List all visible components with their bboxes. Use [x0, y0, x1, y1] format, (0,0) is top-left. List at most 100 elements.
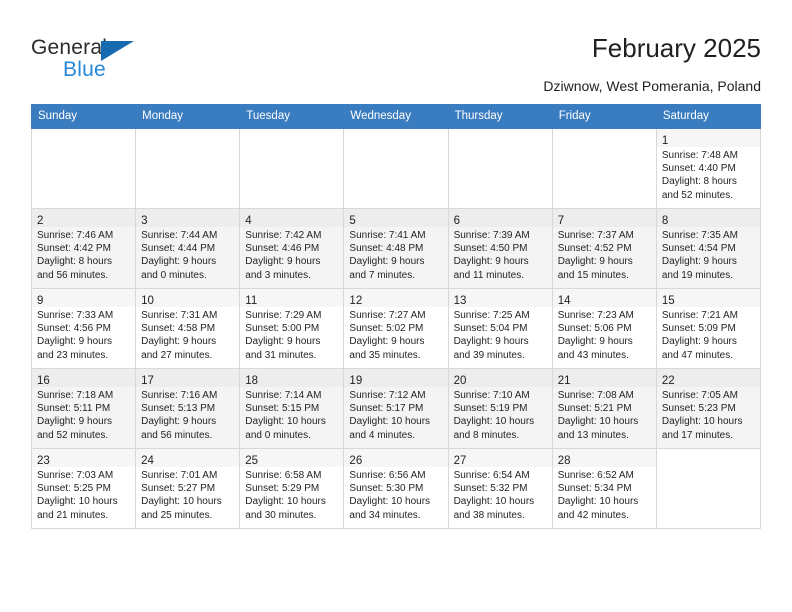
day-detail-line: and 8 minutes. — [453, 429, 520, 441]
calendar-cell-day-7[interactable]: 7 Sunrise: 7:37 AM Sunset: 4:52 PM Daylight… — [551, 208, 657, 289]
calendar-cell-day-3[interactable]: 3 Sunrise: 7:44 AM Sunset: 4:44 PM Daylight… — [135, 208, 241, 289]
day-detail-line: Daylight: 9 hours — [37, 336, 113, 348]
day-detail-line: Sunset: 5:02 PM — [349, 323, 424, 335]
calendar-cell-day-28[interactable]: 28 Sunrise: 6:52 AM Sunset: 5:34 PM Dayligh… — [551, 448, 657, 529]
day-detail-line: Sunset: 4:42 PM — [37, 243, 111, 255]
day-detail-line: Daylight: 9 hours — [141, 416, 217, 428]
calendar-cell-inner: 5 Sunrise: 7:41 AM Sunset: 4:48 PM Daylight… — [344, 209, 448, 288]
calendar-body: 1 Sunrise: 7:48 AM Sunset: 4:40 PM Daylight… — [30, 128, 762, 529]
day-detail-line: Daylight: 9 hours — [453, 256, 529, 268]
calendar-cell-day-26[interactable]: 26 Sunrise: 6:56 AM Sunset: 5:30 PM Dayligh… — [343, 448, 449, 529]
calendar-cell-day-23[interactable]: 23 Sunrise: 7:03 AM Sunset: 5:25 PM Dayligh… — [30, 448, 137, 529]
calendar-cell-inner: 21 Sunrise: 7:08 AM Sunset: 5:21 PM Dayligh… — [552, 369, 656, 448]
day-number: 19 — [349, 375, 363, 387]
day-detail-line: Sunrise: 7:14 AM — [245, 390, 322, 401]
day-number: 28 — [557, 455, 571, 467]
calendar-cell-day-6[interactable]: 6 Sunrise: 7:39 AM Sunset: 4:50 PM Daylight… — [447, 208, 553, 289]
day-number: 27 — [453, 455, 467, 467]
day-detail-line: Sunset: 4:54 PM — [661, 243, 736, 255]
day-detail-line: Sunrise: 7:25 AM — [453, 310, 530, 321]
calendar-cell-day-18[interactable]: 18 Sunrise: 7:14 AM Sunset: 5:15 PM Dayligh… — [239, 368, 345, 449]
day-detail-line: Sunrise: 6:54 AM — [453, 470, 530, 481]
day-detail-line: and 52 minutes. — [37, 429, 109, 441]
day-number-bar: 17 — [136, 369, 240, 387]
day-detail-line: and 23 minutes. — [37, 349, 109, 361]
day-number-bar: 11 — [240, 289, 344, 307]
calendar-cell-inner: 12 Sunrise: 7:27 AM Sunset: 5:02 PM Dayligh… — [344, 289, 448, 368]
calendar-cell-day-16[interactable]: 16 Sunrise: 7:18 AM Sunset: 5:11 PM Dayligh… — [30, 368, 137, 449]
day-number-bar: 18 — [240, 369, 344, 387]
calendar-cell-day-21[interactable]: 21 Sunrise: 7:08 AM Sunset: 5:21 PM Dayligh… — [551, 368, 657, 449]
calendar-cell-day-4[interactable]: 4 Sunrise: 7:42 AM Sunset: 4:46 PM Daylight… — [239, 208, 345, 289]
day-sun-details: Sunrise: 6:52 AM Sunset: 5:34 PM Daylight:… — [553, 467, 656, 522]
day-sun-details: Sunrise: 7:21 AM Sunset: 5:09 PM Daylight:… — [657, 307, 760, 362]
day-detail-line: Sunset: 5:19 PM — [453, 403, 528, 415]
day-detail-line: Sunrise: 7:44 AM — [141, 230, 218, 241]
calendar-cell-day-14[interactable]: 14 Sunrise: 7:23 AM Sunset: 5:06 PM Dayligh… — [551, 288, 657, 369]
day-sun-details: Sunrise: 7:05 AM Sunset: 5:23 PM Daylight:… — [657, 387, 760, 442]
day-sun-details: Sunrise: 6:58 AM Sunset: 5:29 PM Daylight:… — [240, 467, 343, 522]
day-detail-line: Sunrise: 7:41 AM — [349, 230, 426, 241]
day-number: 3 — [141, 215, 148, 227]
day-sun-details: Sunrise: 7:03 AM Sunset: 5:25 PM Daylight:… — [32, 467, 135, 522]
calendar-week-row: 1 Sunrise: 7:48 AM Sunset: 4:40 PM Daylight… — [30, 128, 762, 209]
day-detail-line: and 0 minutes. — [141, 269, 207, 281]
calendar-cell-day-27[interactable]: 27 Sunrise: 6:54 AM Sunset: 5:32 PM Dayligh… — [447, 448, 553, 529]
day-detail-line: and 21 minutes. — [37, 509, 109, 521]
day-number-bar: 9 — [32, 289, 136, 307]
calendar-week-row: 23 Sunrise: 7:03 AM Sunset: 5:25 PM Dayligh… — [30, 448, 762, 529]
day-detail-line: Sunset: 4:56 PM — [37, 323, 111, 335]
calendar-cell-day-5[interactable]: 5 Sunrise: 7:41 AM Sunset: 4:48 PM Daylight… — [343, 208, 449, 289]
day-detail-line: and 42 minutes. — [557, 509, 629, 521]
calendar-cell-day-9[interactable]: 9 Sunrise: 7:33 AM Sunset: 4:56 PM Daylight… — [30, 288, 137, 369]
day-detail-line: Daylight: 10 hours — [37, 496, 118, 508]
day-detail-line: and 39 minutes. — [453, 349, 525, 361]
calendar-cell-day-10[interactable]: 10 Sunrise: 7:31 AM Sunset: 4:58 PM Dayligh… — [135, 288, 241, 369]
calendar-cell-day-2[interactable]: 2 Sunrise: 7:46 AM Sunset: 4:42 PM Daylight… — [30, 208, 137, 289]
day-detail-line: Daylight: 9 hours — [37, 416, 113, 428]
day-number-bar: 3 — [136, 209, 240, 227]
calendar-cell-day-15[interactable]: 15 Sunrise: 7:21 AM Sunset: 5:09 PM Dayligh… — [655, 288, 762, 369]
calendar-cell-inner: 7 Sunrise: 7:37 AM Sunset: 4:52 PM Daylight… — [552, 209, 656, 288]
day-detail-line: Daylight: 9 hours — [661, 336, 737, 348]
general-blue-logo[interactable]: General Blue — [31, 36, 211, 88]
day-number-bar: 12 — [344, 289, 448, 307]
day-sun-details: Sunrise: 7:31 AM Sunset: 4:58 PM Daylight:… — [136, 307, 239, 362]
day-number-bar: 4 — [240, 209, 344, 227]
calendar-cell-day-22[interactable]: 22 Sunrise: 7:05 AM Sunset: 5:23 PM Dayligh… — [655, 368, 762, 449]
calendar-cell-inner: 26 Sunrise: 6:56 AM Sunset: 5:30 PM Dayligh… — [344, 449, 448, 528]
day-detail-line: Sunset: 5:30 PM — [349, 483, 424, 495]
weekday-header-monday: Monday — [135, 104, 241, 129]
calendar-cell-day-12[interactable]: 12 Sunrise: 7:27 AM Sunset: 5:02 PM Dayligh… — [343, 288, 449, 369]
calendar-cell-day-20[interactable]: 20 Sunrise: 7:10 AM Sunset: 5:19 PM Dayligh… — [447, 368, 553, 449]
day-detail-line: Daylight: 10 hours — [661, 416, 743, 428]
day-detail-line: Sunset: 5:21 PM — [557, 403, 632, 415]
day-sun-details: Sunrise: 7:16 AM Sunset: 5:13 PM Daylight:… — [136, 387, 239, 442]
calendar-cell-day-19[interactable]: 19 Sunrise: 7:12 AM Sunset: 5:17 PM Dayligh… — [343, 368, 449, 449]
day-detail-line: Daylight: 10 hours — [453, 496, 535, 508]
calendar-cell-day-17[interactable]: 17 Sunrise: 7:16 AM Sunset: 5:13 PM Dayligh… — [135, 368, 241, 449]
calendar-cell-inner: 16 Sunrise: 7:18 AM Sunset: 5:11 PM Dayligh… — [32, 369, 136, 448]
calendar-cell-day-1[interactable]: 1 Sunrise: 7:48 AM Sunset: 4:40 PM Daylight… — [655, 128, 762, 209]
day-number: 4 — [245, 215, 252, 227]
calendar-cell-day-24[interactable]: 24 Sunrise: 7:01 AM Sunset: 5:27 PM Dayligh… — [135, 448, 241, 529]
day-detail-line: Daylight: 8 hours — [661, 176, 737, 188]
calendar-cell-inner: 27 Sunrise: 6:54 AM Sunset: 5:32 PM Dayligh… — [448, 449, 552, 528]
day-sun-details: Sunrise: 7:44 AM Sunset: 4:44 PM Daylight:… — [136, 227, 239, 282]
calendar-cell-day-25[interactable]: 25 Sunrise: 6:58 AM Sunset: 5:29 PM Dayligh… — [239, 448, 345, 529]
calendar-page: General Blue February 2025 Dziwnow, West… — [0, 0, 792, 612]
calendar-cell-day-11[interactable]: 11 Sunrise: 7:29 AM Sunset: 5:00 PM Dayligh… — [239, 288, 345, 369]
day-detail-line: Daylight: 10 hours — [141, 496, 222, 508]
day-detail-line: Daylight: 10 hours — [349, 496, 431, 508]
calendar-cell-day-13[interactable]: 13 Sunrise: 7:25 AM Sunset: 5:04 PM Dayligh… — [447, 288, 553, 369]
day-number: 26 — [349, 455, 363, 467]
day-detail-line: Sunrise: 7:46 AM — [37, 230, 114, 241]
calendar-table: Sunday Monday Tuesday Wednesday Thursday Frid… — [30, 104, 762, 529]
day-number: 12 — [349, 295, 363, 307]
day-detail-line: Daylight: 8 hours — [37, 256, 113, 268]
calendar-cell-day-8[interactable]: 8 Sunrise: 7:35 AM Sunset: 4:54 PM Daylight… — [655, 208, 762, 289]
day-detail-line: Sunrise: 7:03 AM — [37, 470, 114, 481]
logo-text-blue: Blue — [63, 58, 106, 81]
day-detail-line: Sunset: 5:09 PM — [661, 323, 736, 335]
page-title: February 2025 — [591, 33, 761, 63]
